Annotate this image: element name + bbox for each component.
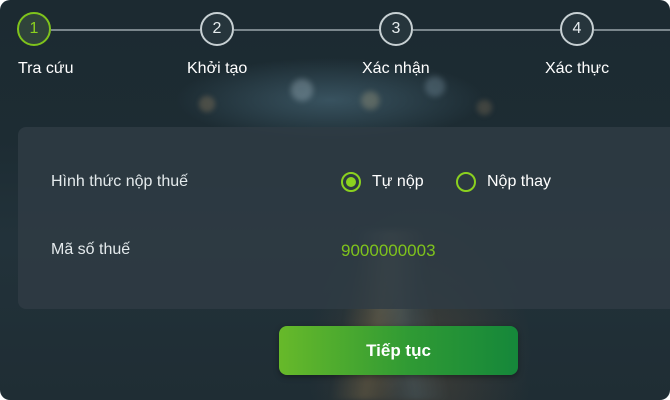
step-connector [413,29,560,31]
step-3-circle: 3 [379,12,413,46]
step-3-label: Xác nhận [362,60,430,77]
proxy-pay-radio[interactable]: Nộp thay [456,172,551,192]
step-1-label: Tra cứu [18,60,74,77]
step-4-circle: 4 [560,12,594,46]
self-pay-radio-label: Tự nộp [372,173,424,190]
tax-code-value: 9000000003 [341,241,436,260]
payment-method-label: Hình thức nộp thuế [51,173,189,190]
step-connector [51,29,200,31]
step-connector [234,29,379,31]
radio-unchecked-icon [456,172,476,192]
proxy-pay-radio-label: Nộp thay [487,173,552,190]
step-connector [594,29,670,31]
tax-lookup-form-panel [18,127,670,309]
progress-stepper: 1 2 3 4 Tra cứu Khởi tạo Xác nhận Xác th… [0,0,670,90]
app-frame: 1 2 3 4 Tra cứu Khởi tạo Xác nhận Xác th… [0,0,670,400]
step-4-label: Xác thực [545,60,610,77]
radio-checked-icon [341,172,361,192]
step-2-circle: 2 [200,12,234,46]
continue-button[interactable]: Tiếp tục [279,326,518,375]
tax-code-label: Mã số thuế [51,241,131,258]
step-1-circle: 1 [17,12,51,46]
step-2-label: Khởi tạo [187,60,248,77]
self-pay-radio[interactable]: Tự nộp [341,172,424,192]
